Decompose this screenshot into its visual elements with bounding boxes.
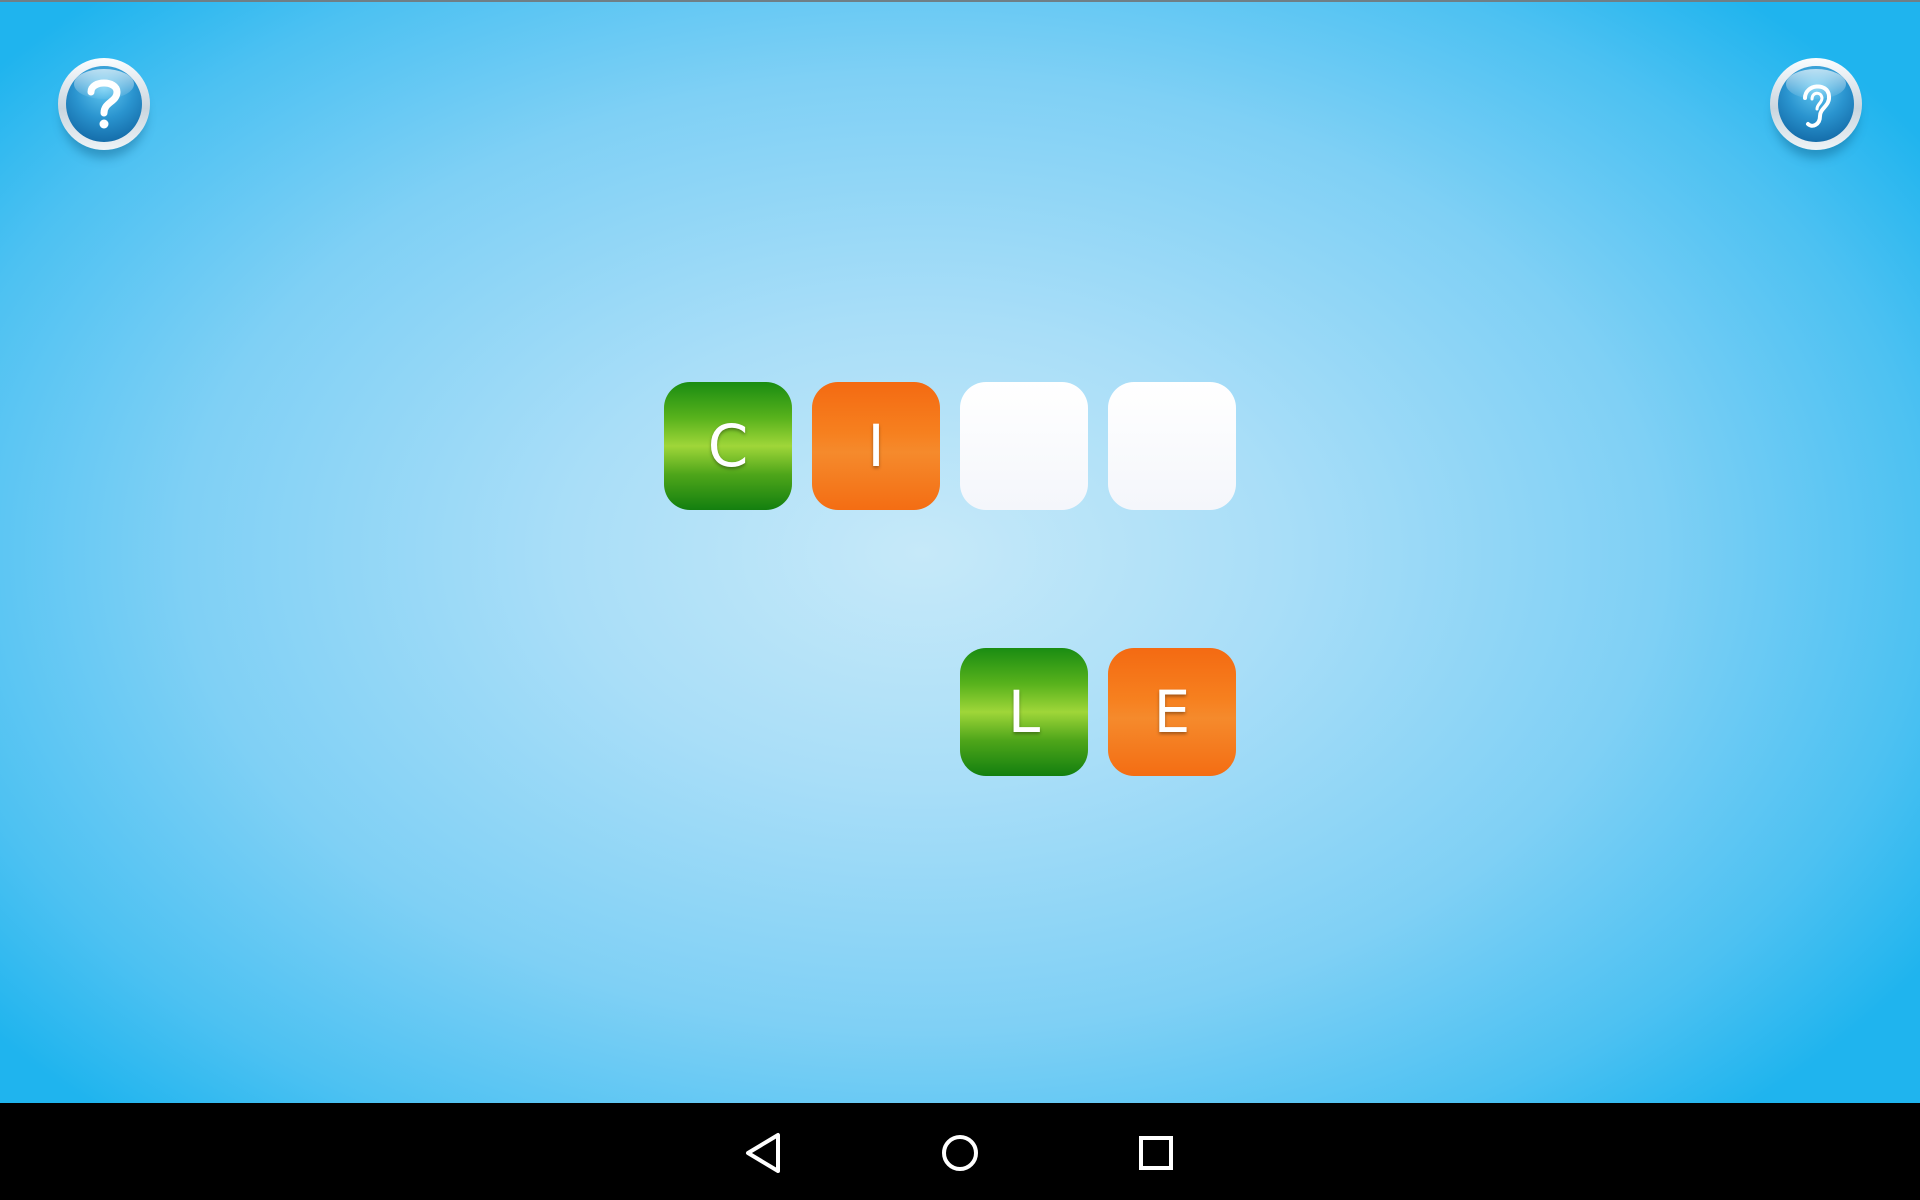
letter-choice-1-letter: L (1007, 678, 1041, 746)
game-board: C I L E (0, 0, 1920, 1103)
recents-button[interactable] (1126, 1123, 1186, 1183)
home-button[interactable] (930, 1123, 990, 1183)
answer-slot-3[interactable] (960, 382, 1088, 510)
back-button[interactable] (734, 1123, 794, 1183)
back-icon (746, 1133, 780, 1173)
recents-icon (1139, 1136, 1173, 1170)
help-button[interactable] (58, 58, 150, 150)
listen-button[interactable] (1770, 58, 1862, 150)
answer-slot-2[interactable]: I (812, 382, 940, 510)
letter-choice-2-letter: E (1153, 678, 1191, 746)
answer-slot-2-letter: I (867, 412, 885, 480)
letter-choice-1[interactable]: L (960, 648, 1088, 776)
ear-icon (1803, 84, 1832, 128)
navigation-bar (0, 1103, 1920, 1200)
answer-slot-1[interactable]: C (664, 382, 792, 510)
answer-slot-1-letter: C (707, 412, 749, 480)
answer-slot-4[interactable] (1108, 382, 1236, 510)
letter-choice-2[interactable]: E (1108, 648, 1236, 776)
question-mark-icon (87, 79, 121, 129)
home-icon (942, 1135, 978, 1171)
app-screen: C I L E (0, 0, 1920, 1200)
